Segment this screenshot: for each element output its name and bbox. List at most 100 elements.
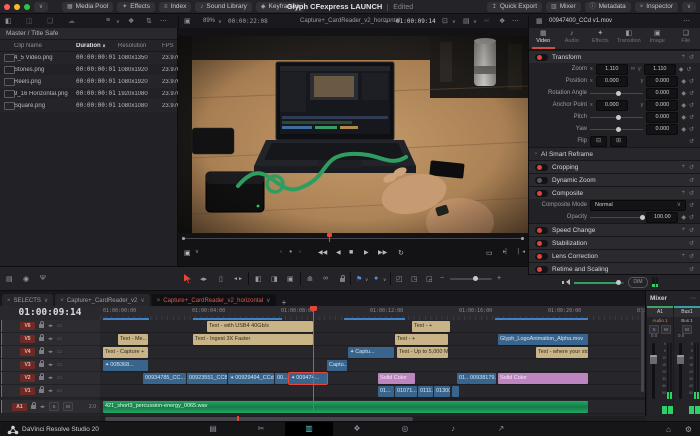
channel-fader[interactable]: 0 5 10 15 20 30 40 50 (647, 341, 673, 405)
auto-select-icon[interactable]: ◂▸ (48, 336, 53, 342)
full-extent-zoom-icon[interactable]: ◰ (396, 275, 403, 283)
column-fps[interactable]: FPS (162, 43, 178, 49)
reset-icon[interactable]: ↺ (689, 266, 694, 273)
replace-clip-icon[interactable]: ▣ (287, 275, 294, 283)
trim-mode-icon[interactable]: ✂ (484, 17, 490, 25)
yaw-slider[interactable] (590, 125, 644, 134)
rotation-slider[interactable] (590, 89, 644, 98)
chevron-down-icon[interactable]: ∨ (44, 297, 48, 304)
reset-icon[interactable]: ↺ (689, 190, 694, 197)
clone-tool-icon[interactable]: ❏ (47, 17, 53, 25)
timeline-clip[interactable]: Text - Me... (118, 334, 148, 345)
link-icon[interactable]: ∞ (631, 66, 635, 72)
bin-panel-icon[interactable]: ◧ (5, 17, 12, 25)
page-fairlight[interactable]: ♪ (429, 422, 477, 436)
close-icon[interactable]: × (157, 298, 161, 304)
reset-icon[interactable]: ↺ (689, 253, 694, 260)
flip-vertical-button[interactable]: ⊞ (610, 135, 627, 147)
gang-viewers-icon[interactable]: ▤ (463, 17, 470, 25)
jog-dot-icon[interactable]: ● (289, 249, 292, 255)
track-lock-icon[interactable] (39, 386, 44, 393)
list-view-chevron[interactable]: ∨ (116, 19, 120, 25)
jog-left-icon[interactable]: ‹ (280, 249, 282, 255)
viewer-scrubber[interactable] (182, 233, 524, 242)
timeline-clip[interactable]: Glyph_LogoAnimation_Alpha.mov (498, 334, 588, 345)
flag-chevron[interactable]: ∨ (365, 277, 368, 283)
metadata-button[interactable]: ⓘ Metadata (584, 1, 631, 12)
selection-tool-cursor-icon[interactable] (184, 274, 191, 283)
track-enable-icon[interactable]: ▭ (57, 323, 62, 329)
tab-effects[interactable]: ✦ Effects (586, 28, 615, 49)
timeline-zoom-slider[interactable] (450, 276, 492, 281)
page-edit[interactable]: ▥ (285, 422, 333, 436)
transform-enable-toggle[interactable] (535, 53, 548, 61)
viewer-zoom-level[interactable]: 89% (203, 18, 215, 24)
track-enable-icon[interactable]: ▭ (57, 375, 62, 381)
timeline-clip[interactable]: Captu... (327, 360, 347, 371)
reset-icon[interactable]: ↺ (689, 102, 694, 109)
anchor-x-field[interactable]: 0.000 (595, 99, 628, 111)
timeline-selector[interactable]: Capture+_CardReader_v2_horizontal (300, 18, 400, 24)
media-pool-row[interactable]: 9_16 Horizontal.png 00:00:00:01 1920x108… (0, 88, 178, 100)
timeline-clip[interactable]: ∗00929494_CCd v1... (228, 373, 274, 384)
sound-library-button[interactable]: ♪ Sound Library (195, 1, 252, 12)
viewer-fit-chevron[interactable]: ∨ (195, 249, 199, 255)
track-enable-icon[interactable]: ▭ (57, 388, 62, 394)
scrollbar-thumb[interactable] (105, 416, 413, 421)
lens-correction-enable-toggle[interactable] (535, 252, 548, 260)
list-view-icon[interactable]: ≡ (106, 17, 110, 24)
reset-icon[interactable]: ↺ (689, 240, 694, 247)
bin-view-icon[interactable]: ◫ (26, 17, 33, 25)
media-pool-row[interactable]: Reels.png 00:00:00:01 1080x1920 23.976 (0, 76, 178, 88)
timeline-clip[interactable]: Text - + (395, 334, 448, 345)
speed-change-enable-toggle[interactable] (535, 226, 548, 234)
enhance-icon[interactable]: ❖ (499, 17, 505, 25)
cropping-section-header[interactable]: Cropping + ↺ (529, 160, 700, 173)
viewer-playhead[interactable] (327, 233, 332, 242)
track-enable-icon[interactable]: ▭ (57, 336, 62, 342)
timeline-clip[interactable]: Text - Ingest 3X Faster (193, 334, 313, 345)
add-keyframe-icon[interactable]: + (681, 190, 685, 196)
column-clip-name[interactable]: Clip Name (14, 43, 76, 49)
reset-icon[interactable]: ↺ (689, 78, 694, 85)
close-icon[interactable]: × (60, 298, 64, 304)
keyframe-icon[interactable]: ◆ (681, 214, 686, 221)
snapping-magnet-icon[interactable]: ⋒ (307, 275, 313, 283)
timeline-audio-clip[interactable]: 421_short3_percussion-energy_0065.wav (103, 401, 588, 413)
add-keyframe-icon[interactable]: + (681, 227, 685, 233)
insert-clip-icon[interactable]: ◧ (255, 275, 262, 283)
track-badge[interactable]: V2 (20, 374, 35, 382)
position-x-field[interactable]: 0.000 (595, 75, 628, 87)
track-badge[interactable]: V6 (20, 322, 35, 330)
media-pool-row[interactable]: Stories.png 00:00:00:01 1080x1920 23.976 (0, 64, 178, 76)
dynamic-zoom-enable-toggle[interactable] (535, 176, 548, 184)
pitch-slider[interactable] (590, 113, 644, 122)
stop-button[interactable]: ■ (349, 249, 353, 256)
keyframes-button[interactable]: ◆ Keyframes (255, 1, 305, 12)
detail-zoom-icon[interactable]: ◳ (411, 275, 418, 283)
reset-icon[interactable]: ↺ (689, 114, 694, 121)
stabilization-enable-toggle[interactable] (535, 239, 548, 247)
reset-icon[interactable]: ↺ (686, 66, 691, 73)
timeline-clip[interactable]: Text - where your sto... (536, 347, 588, 358)
speaker-icon[interactable] (562, 279, 570, 286)
timeline-clip[interactable]: Text - + (412, 321, 450, 332)
timeline-vertical-scrollbar[interactable] (641, 308, 644, 392)
mixer-more-icon[interactable]: ⋯ (690, 295, 696, 302)
jog-right-icon[interactable]: › (299, 249, 301, 255)
auto-select-icon[interactable]: ◂▸ (48, 362, 53, 368)
reset-icon[interactable]: ↺ (689, 177, 694, 184)
auto-select-icon[interactable]: ◂▸ (48, 375, 53, 381)
retime-enable-toggle[interactable] (535, 265, 548, 273)
panel-options-chevron[interactable]: ∨ (682, 1, 696, 12)
reset-icon[interactable]: ↺ (689, 90, 694, 97)
timeline-playhead[interactable] (310, 306, 317, 412)
add-keyframe-icon[interactable]: + (681, 253, 685, 259)
track-badge[interactable]: A1 (12, 402, 27, 411)
timeline-clip[interactable]: Solid Color (378, 373, 415, 384)
mixer-strip-tab[interactable]: A1 (647, 306, 673, 317)
blade-tool-icon[interactable]: ▯ (219, 275, 223, 283)
keyframe-icon[interactable]: ◆ (681, 102, 686, 109)
goto-in-icon[interactable]: ▸▏ (503, 249, 510, 255)
custom-zoom-icon[interactable]: ◲ (426, 275, 433, 283)
